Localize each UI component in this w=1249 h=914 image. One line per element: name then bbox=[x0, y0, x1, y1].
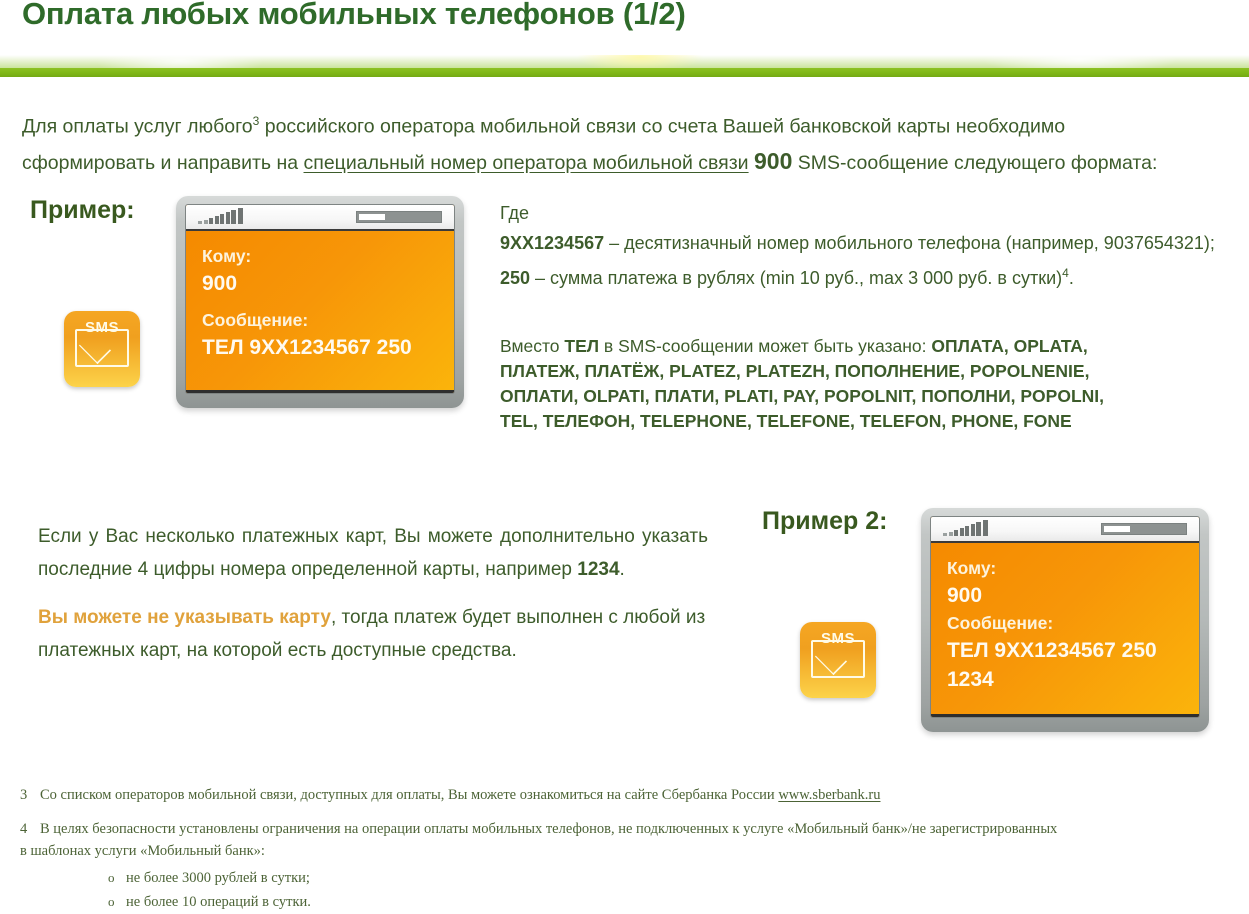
phone-message-value-2b: 1234 bbox=[947, 668, 994, 691]
bullet-circle-icon: o bbox=[108, 870, 115, 885]
explanation-number-desc: – десятизначный номер мобильного телефон… bbox=[604, 233, 1215, 253]
footnote-4-bullet-1: o не более 3000 рублей в сутки; bbox=[108, 866, 1230, 890]
card-note-paragraph-1: Если у Вас несколько платежных карт, Вы … bbox=[38, 520, 708, 586]
phone-screen-spacer bbox=[202, 298, 438, 307]
phone-screen-example1: Кому: 900 Сообщение: ТЕЛ 9ХХ1234567 250 bbox=[186, 231, 454, 393]
explanation-block: Где 9XX1234567 – десятизначный номер моб… bbox=[500, 198, 1216, 293]
phone-inner-frame-2: Кому: 900 Сообщение: ТЕЛ 9ХХ1234567 250 … bbox=[930, 516, 1200, 718]
intro-text-d: SMS-сообщение следующего формата: bbox=[792, 151, 1158, 174]
footnote-ref-4: 4 bbox=[1062, 266, 1069, 280]
phone-to-value: 900 bbox=[202, 272, 238, 295]
keyword-intro-a: Вместо bbox=[500, 336, 565, 356]
signal-strength-icon bbox=[198, 208, 243, 224]
sms-icon-label-2: SMS bbox=[820, 630, 855, 647]
phone-to-label-2: Кому: bbox=[947, 558, 997, 578]
intro-line-1: Для оплаты услуг любого3 российского опе… bbox=[22, 104, 1230, 144]
card-optional-highlight: Вы можете не указывать карту bbox=[38, 607, 331, 628]
explanation-heading: Где bbox=[500, 203, 530, 223]
intro-text-a: Для оплаты услуг любого bbox=[22, 115, 253, 138]
sms-shortcode-900: 900 bbox=[754, 147, 793, 174]
footnote-3-text: Со списком операторов мобильной связи, д… bbox=[40, 787, 779, 803]
footnote-4: 4 В целях безопасности установлены огран… bbox=[20, 818, 1230, 840]
token-amount: 250 bbox=[500, 268, 531, 288]
footnote-4-number: 4 bbox=[20, 821, 28, 837]
keyword-line-1-tail: ОПЛАТА, OPLATA, bbox=[931, 336, 1088, 356]
card-selection-note: Если у Вас несколько платежных карт, Вы … bbox=[38, 520, 708, 667]
footnote-4-bullet-1-text: не более 3000 рублей в сутки; bbox=[126, 870, 310, 886]
keyword-line-2: ПЛАТЕЖ, ПЛАТЁЖ, PLATEZ, PLATEZH, ПОПОЛНЕ… bbox=[500, 361, 1090, 381]
phone-message-value-2: ТЕЛ 9ХХ1234567 250 bbox=[947, 639, 1157, 662]
phone-inner-frame: Кому: 900 Сообщение: ТЕЛ 9ХХ1234567 250 bbox=[185, 204, 455, 394]
phone-to-value-2: 900 bbox=[947, 584, 983, 607]
footnote-3-body: Со списком операторов мобильной связи, д… bbox=[40, 784, 1230, 806]
phone-status-bar bbox=[186, 205, 454, 231]
intro-paragraph: Для оплаты услуг любого3 российского опе… bbox=[22, 104, 1230, 180]
keyword-line-3: ОПЛАТИ, OLPATI, ПЛАТИ, PLATI, PAY, POPOL… bbox=[500, 386, 1104, 406]
battery-icon-2 bbox=[1101, 523, 1187, 535]
token-phone-number: 9XX1234567 bbox=[500, 233, 605, 253]
sms-envelope-icon: SMS bbox=[64, 311, 140, 387]
card-last4-example: 1234 bbox=[577, 559, 620, 580]
explanation-amount-line: 250 – сумма платежа в рублях (min 10 руб… bbox=[500, 258, 1216, 293]
phone-mockup-example1: Кому: 900 Сообщение: ТЕЛ 9ХХ1234567 250 bbox=[176, 196, 464, 408]
footnotes-block: 3 Со списком операторов мобильной связи,… bbox=[20, 784, 1230, 914]
page-header: Оплата любых мобильных телефонов (1/2) bbox=[0, 0, 1249, 78]
footnote-4-body: В целях безопасности установлены огранич… bbox=[40, 818, 1230, 840]
phone-message-value: ТЕЛ 9ХХ1234567 250 bbox=[202, 336, 412, 359]
phone-status-bar-2 bbox=[931, 517, 1199, 543]
phone-message-label: Сообщение: bbox=[202, 310, 309, 330]
sms-icon-label: SMS bbox=[84, 319, 119, 336]
signal-strength-icon-2 bbox=[943, 520, 988, 536]
footnote-3-number: 3 bbox=[20, 787, 28, 803]
sberbank-website-link[interactable]: www.sberbank.ru bbox=[778, 787, 880, 803]
intro-text-c: сформировать и направить на bbox=[22, 151, 304, 174]
token-tel: ТЕЛ bbox=[564, 336, 600, 356]
intro-line-2: сформировать и направить на специальный … bbox=[22, 144, 1230, 180]
special-number-link[interactable]: специальный номер оператора мобильной св… bbox=[304, 152, 749, 174]
card-note-paragraph-2: Вы можете не указывать карту, тогда плат… bbox=[38, 601, 708, 667]
phone-screen-example2: Кому: 900 Сообщение: ТЕЛ 9ХХ1234567 250 … bbox=[931, 543, 1199, 717]
footnote-4-line-2: в шаблонах услуги «Мобильный банк»: bbox=[20, 843, 265, 859]
keyword-line-4: TEL, ТЕЛЕФОН, TELEPHONE, TELEFONE, TELEF… bbox=[500, 411, 1072, 431]
explanation-amount-period: . bbox=[1068, 268, 1074, 288]
intro-text-b: российского оператора мобильной связи со… bbox=[259, 115, 1066, 138]
keyword-intro-b: в SMS-сообщении может быть указано: bbox=[599, 336, 932, 356]
keyword-alternatives-block: Вместо ТЕЛ в SMS-сообщении может быть ук… bbox=[500, 334, 1222, 434]
example2-label: Пример 2: bbox=[762, 507, 888, 535]
footnote-4-line-1: В целях безопасности установлены огранич… bbox=[40, 821, 1058, 837]
phone-mockup-example2: Кому: 900 Сообщение: ТЕЛ 9ХХ1234567 250 … bbox=[921, 508, 1209, 732]
header-green-bar bbox=[0, 68, 1249, 77]
keyword-line-1: Вместо ТЕЛ в SMS-сообщении может быть ук… bbox=[500, 334, 1222, 359]
phone-message-label-2: Сообщение: bbox=[947, 613, 1054, 633]
footnote-4-bullet-list: o не более 3000 рублей в сутки; o не бол… bbox=[108, 866, 1230, 914]
explanation-amount-desc: – сумма платежа в рублях (min 10 руб., m… bbox=[530, 268, 1063, 288]
page-title: Оплата любых мобильных телефонов (1/2) bbox=[22, 0, 686, 31]
explanation-number-line: 9XX1234567 – десятизначный номер мобильн… bbox=[500, 228, 1216, 258]
sms-envelope-icon-2: SMS bbox=[800, 622, 876, 698]
card-note-period: . bbox=[619, 559, 625, 580]
example1-label: Пример: bbox=[30, 196, 135, 224]
battery-icon bbox=[356, 211, 442, 223]
footnote-3: 3 Со списком операторов мобильной связи,… bbox=[20, 784, 1230, 806]
phone-to-label: Кому: bbox=[202, 246, 252, 266]
